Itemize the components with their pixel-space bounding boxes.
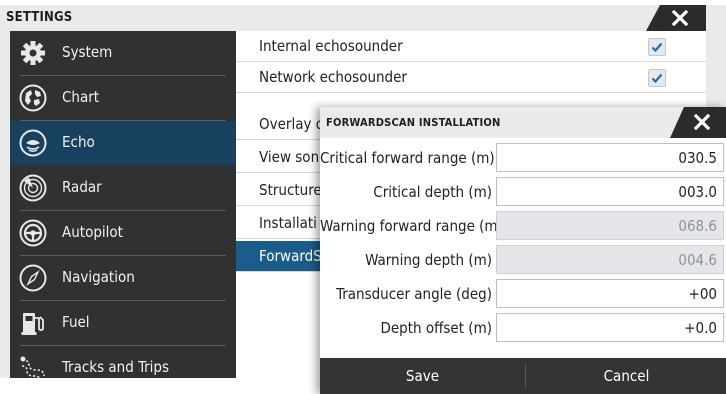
internal-echosounder-checkbox[interactable] bbox=[648, 38, 666, 56]
sidebar-item-label: Radar bbox=[62, 178, 102, 196]
sidebar-item-system[interactable]: System bbox=[10, 31, 236, 75]
list-item-label: Installati bbox=[259, 214, 317, 232]
field-transducer-angle: Transducer angle (deg) +00 bbox=[320, 278, 726, 310]
sidebar-item-chart[interactable]: Chart bbox=[10, 76, 236, 120]
settings-sidebar: System Chart Echo Radar Autopilot Naviga… bbox=[10, 31, 236, 381]
dialog-close-button[interactable] bbox=[670, 107, 726, 138]
critical-forward-range-input[interactable]: 030.5 bbox=[496, 143, 724, 172]
sidebar-item-radar[interactable]: Radar bbox=[10, 166, 236, 210]
field-label: Critical depth (m) bbox=[373, 183, 492, 201]
sidebar-item-label: Navigation bbox=[62, 268, 135, 286]
list-item-label: Overlay d bbox=[259, 115, 325, 133]
list-item-label: Internal echosounder bbox=[259, 37, 403, 55]
button-divider bbox=[525, 364, 526, 388]
list-item-label: ForwardS bbox=[259, 247, 322, 265]
field-warning-depth: Warning depth (m) 004.6 bbox=[320, 244, 726, 276]
transducer-angle-input[interactable]: +00 bbox=[496, 279, 724, 308]
depth-offset-input[interactable]: +0.0 bbox=[496, 313, 724, 342]
critical-depth-input[interactable]: 003.0 bbox=[496, 177, 724, 206]
sidebar-item-fuel[interactable]: Fuel bbox=[10, 301, 236, 345]
sidebar-item-autopilot[interactable]: Autopilot bbox=[10, 211, 236, 255]
list-item-internal-echosounder[interactable]: Internal echosounder bbox=[236, 31, 706, 62]
title-bar: SETTINGS bbox=[0, 5, 726, 31]
compass-icon bbox=[19, 264, 47, 292]
field-warning-forward-range: Warning forward range (m) 068.6 bbox=[320, 210, 726, 242]
sidebar-item-tracks-and-trips[interactable]: Tracks and Trips bbox=[10, 346, 236, 390]
field-label: Critical forward range (m) bbox=[320, 149, 495, 167]
field-critical-forward-range: Critical forward range (m) 030.5 bbox=[320, 142, 726, 174]
close-icon bbox=[694, 114, 710, 130]
radar-icon bbox=[19, 174, 47, 202]
warning-depth-input: 004.6 bbox=[496, 245, 724, 274]
list-item-label: Network echosounder bbox=[259, 68, 407, 86]
sidebar-item-navigation[interactable]: Navigation bbox=[10, 256, 236, 300]
dialog-title-bar: FORWARDSCAN INSTALLATION bbox=[320, 107, 726, 138]
sidebar-item-label: Tracks and Trips bbox=[62, 358, 170, 376]
close-button[interactable] bbox=[646, 5, 706, 31]
save-button[interactable]: Save bbox=[320, 358, 525, 394]
tracks-icon bbox=[20, 356, 45, 381]
sidebar-item-label: System bbox=[62, 43, 113, 61]
list-item-label: Structure bbox=[259, 181, 322, 199]
dialog-title: FORWARDSCAN INSTALLATION bbox=[326, 116, 501, 129]
forwardscan-installation-dialog: FORWARDSCAN INSTALLATION Critical forwar… bbox=[320, 107, 726, 394]
gear-icon bbox=[21, 41, 45, 65]
list-item-label: View son bbox=[259, 148, 320, 166]
steering-wheel-icon bbox=[19, 219, 47, 247]
sidebar-item-label: Echo bbox=[62, 133, 95, 151]
window-title: SETTINGS bbox=[6, 10, 73, 25]
network-echosounder-checkbox[interactable] bbox=[648, 69, 666, 87]
checkmark-icon bbox=[651, 42, 663, 53]
dialog-button-bar: Save Cancel bbox=[320, 358, 726, 394]
field-label: Warning depth (m) bbox=[365, 251, 492, 269]
cancel-button[interactable]: Cancel bbox=[527, 358, 726, 394]
field-label: Depth offset (m) bbox=[380, 319, 492, 337]
sidebar-item-echo[interactable]: Echo bbox=[10, 121, 236, 165]
sidebar-item-label: Fuel bbox=[62, 313, 90, 331]
chart-icon bbox=[19, 84, 47, 112]
field-depth-offset: Depth offset (m) +0.0 bbox=[320, 312, 726, 344]
sidebar-item-label: Autopilot bbox=[62, 223, 123, 241]
field-label: Warning forward range (m) bbox=[320, 217, 503, 235]
list-item-network-echosounder[interactable]: Network echosounder bbox=[236, 62, 706, 93]
checkmark-icon bbox=[651, 73, 663, 84]
echo-icon bbox=[19, 129, 47, 157]
field-label: Transducer angle (deg) bbox=[336, 285, 492, 303]
sidebar-item-label: Chart bbox=[62, 88, 100, 106]
fuel-pump-icon bbox=[21, 313, 44, 335]
close-icon bbox=[672, 10, 688, 26]
field-critical-depth: Critical depth (m) 003.0 bbox=[320, 176, 726, 208]
warning-forward-range-input: 068.6 bbox=[496, 211, 724, 240]
